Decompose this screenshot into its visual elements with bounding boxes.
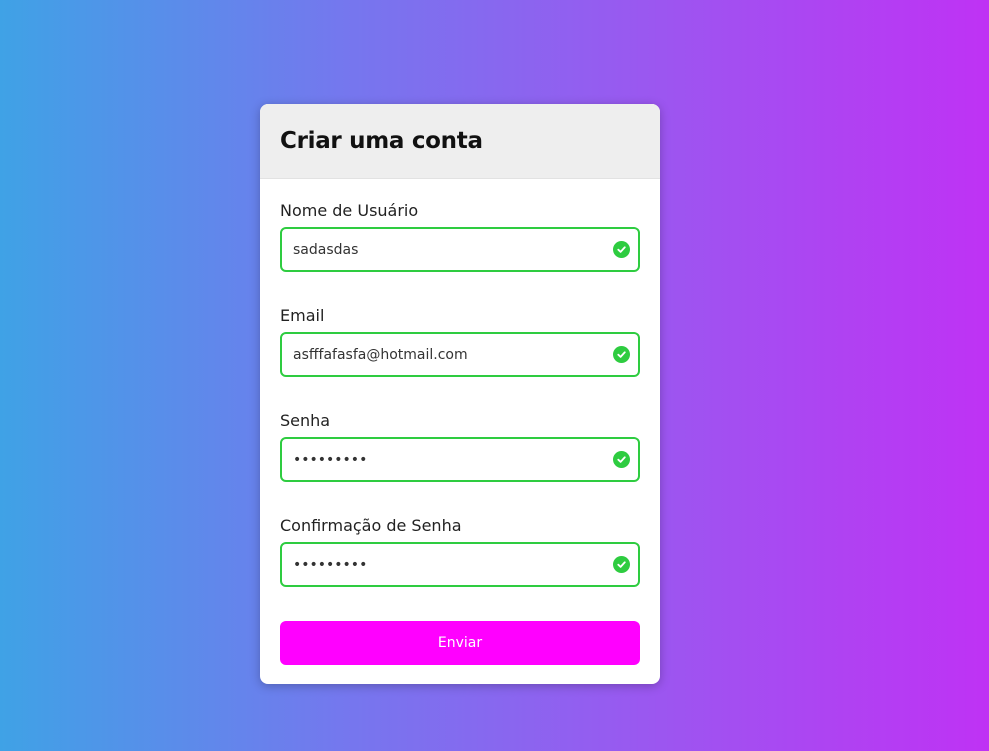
password-confirm-label: Confirmação de Senha xyxy=(280,516,462,535)
check-circle-icon xyxy=(613,241,630,258)
signup-card: Criar uma conta Nome de Usuário Email Se… xyxy=(260,104,660,684)
password-confirm-input[interactable] xyxy=(282,544,638,585)
check-circle-icon xyxy=(613,346,630,363)
password-input[interactable] xyxy=(282,439,638,480)
username-label: Nome de Usuário xyxy=(280,201,419,220)
email-label: Email xyxy=(280,306,325,325)
password-confirm-input-wrapper xyxy=(280,542,640,587)
check-circle-icon xyxy=(613,556,630,573)
email-field: Email xyxy=(280,306,640,381)
username-input-wrapper xyxy=(280,227,640,272)
username-input[interactable] xyxy=(282,229,638,270)
signup-form: Nome de Usuário Email Senha xyxy=(260,179,660,665)
email-input[interactable] xyxy=(282,334,638,375)
password-label: Senha xyxy=(280,411,331,430)
password-confirm-field: Confirmação de Senha xyxy=(280,516,640,591)
password-field: Senha xyxy=(280,411,640,486)
submit-button[interactable]: Enviar xyxy=(280,621,640,665)
check-circle-icon xyxy=(613,451,630,468)
username-field: Nome de Usuário xyxy=(280,201,640,276)
card-header: Criar uma conta xyxy=(260,104,660,179)
email-input-wrapper xyxy=(280,332,640,377)
password-input-wrapper xyxy=(280,437,640,482)
form-title: Criar uma conta xyxy=(280,128,483,154)
